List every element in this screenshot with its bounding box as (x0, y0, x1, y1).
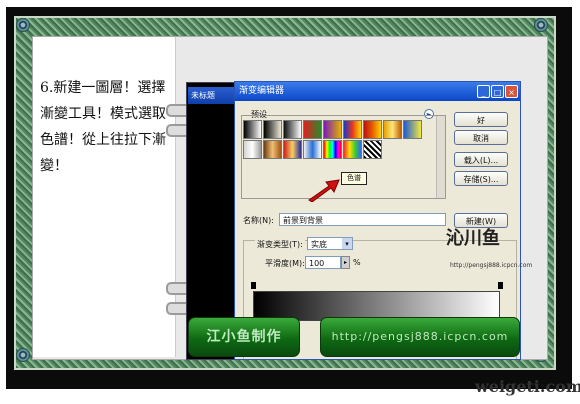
red-arrow-icon (308, 179, 340, 202)
gradient-type-label: 渐变类型(T): (255, 239, 305, 250)
screenshot: 6.新建一圖層！選擇漸變工具！模式選取色譜！從上往拉下漸變！ 未标题 渐变编辑器… (0, 0, 580, 404)
preset-swatch[interactable] (303, 120, 322, 139)
name-label: 名称(N): (243, 216, 274, 225)
opacity-stop-left[interactable] (251, 282, 256, 289)
preset-tooltip: 色谱 (341, 172, 367, 185)
save-button[interactable]: 存储(S)... (454, 171, 508, 186)
side-watermark-url: http://pengsj888.icpcn.com (450, 262, 533, 269)
preset-swatch[interactable] (243, 120, 262, 139)
url-banner: http://pengsj888.icpcn.com (320, 317, 520, 357)
maximize-button[interactable]: □ (491, 85, 504, 98)
preset-swatch[interactable] (283, 120, 302, 139)
cancel-button[interactable]: 取消 (454, 130, 508, 145)
preset-swatch[interactable] (343, 140, 362, 159)
name-field[interactable]: 前景到背景 (279, 213, 446, 226)
load-button[interactable]: 载入(L)... (454, 152, 508, 167)
smoothness-dropdown-icon[interactable]: ▸ (341, 256, 350, 269)
new-button[interactable]: 新建(W) (454, 213, 508, 228)
gradient-type-select[interactable]: 实底 ▾ (307, 237, 353, 250)
chevron-down-icon: ▾ (342, 238, 352, 249)
preset-swatch[interactable] (363, 120, 382, 139)
preset-swatch[interactable] (363, 140, 382, 159)
opacity-stop-right[interactable] (498, 282, 503, 289)
gradient-type-value: 实底 (311, 240, 327, 249)
corner-ornament-icon (534, 18, 548, 32)
smoothness-label: 平滑度(M): (265, 259, 305, 268)
instruction-text: 6.新建一圖層！選擇漸變工具！模式選取色譜！從上往拉下漸變！ (40, 80, 166, 174)
site-watermark: weigeti.com (475, 377, 580, 396)
author-banner: 江小鱼制作 (188, 317, 300, 357)
preset-swatch[interactable] (263, 120, 282, 139)
preset-swatch[interactable] (343, 120, 362, 139)
presets-scrollbar[interactable] (436, 116, 445, 198)
corner-ornament-icon (16, 18, 30, 32)
minimize-button[interactable]: _ (477, 85, 490, 98)
preset-swatch[interactable] (323, 140, 342, 159)
preset-swatch[interactable] (403, 120, 422, 139)
preset-swatch[interactable] (383, 120, 402, 139)
preset-swatch[interactable] (243, 140, 262, 159)
preset-swatch[interactable] (283, 140, 302, 159)
ok-button[interactable]: 好 (454, 112, 508, 127)
close-button[interactable]: × (505, 85, 518, 98)
photoshop-document-title: 未标题 (188, 87, 234, 104)
preset-swatch[interactable] (263, 140, 282, 159)
smoothness-unit: % (353, 258, 361, 267)
corner-ornament-icon (16, 348, 30, 362)
preset-swatch[interactable] (323, 120, 342, 139)
smoothness-field[interactable]: 100 (305, 256, 341, 269)
preset-swatch[interactable] (303, 140, 322, 159)
